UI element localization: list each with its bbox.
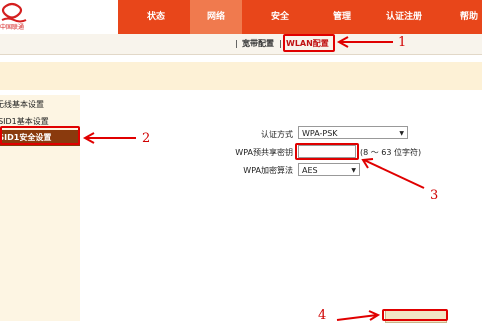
annotation-number-3: 3: [430, 188, 439, 203]
annotation-number-1: 1: [398, 35, 407, 50]
annotation-number-2: 2: [142, 131, 151, 146]
annotation-arrows: [82, 36, 425, 321]
arrow-3-icon: [363, 159, 425, 189]
